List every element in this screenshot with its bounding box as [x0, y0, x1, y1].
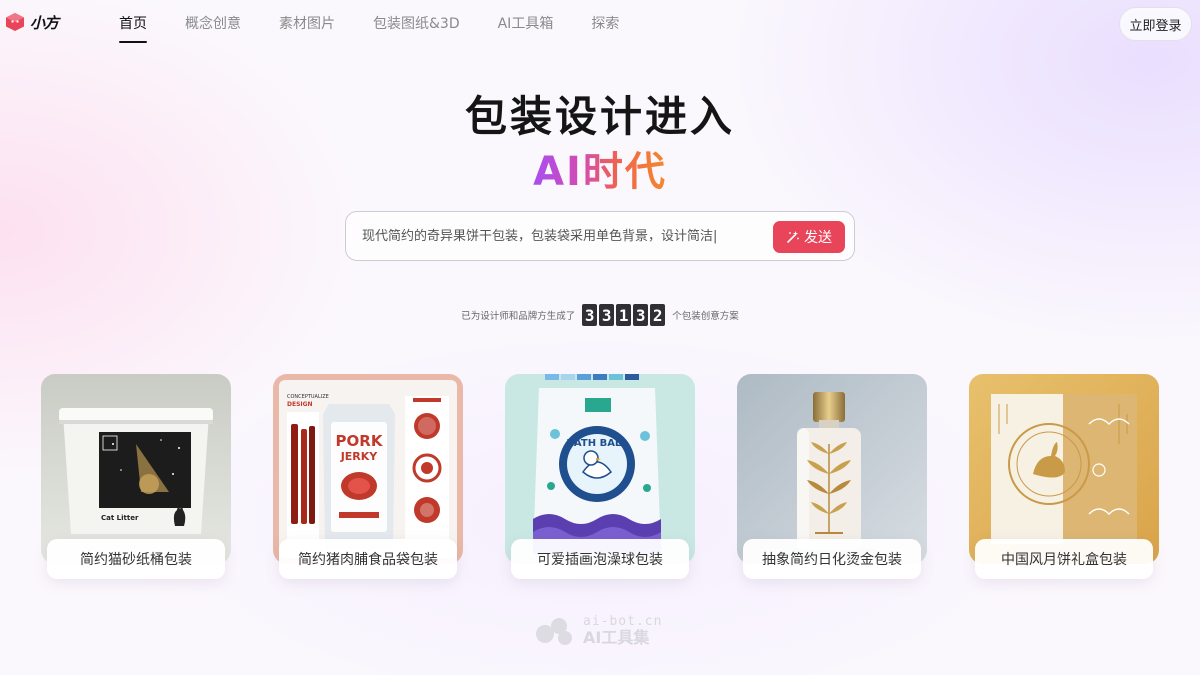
- top-nav-bar: 小方 首页 概念创意 素材图片 包装图纸&3D AI工具箱 探索 立即登录: [0, 0, 1200, 50]
- example-card-cat-litter[interactable]: Cat Litter: [41, 374, 231, 564]
- counter-suffix: 个包装创意方案: [672, 311, 739, 322]
- nav-concept[interactable]: 概念创意: [166, 0, 260, 50]
- pork-jerky-bag-image: CONCEPTUALIZE DESIGN PORK JERKY: [273, 374, 463, 564]
- nav-assets[interactable]: 素材图片: [260, 0, 354, 50]
- nav-ai-toolbox[interactable]: AI工具箱: [479, 0, 573, 50]
- pork-jerky-header-text: CONCEPTUALIZE: [287, 394, 329, 400]
- send-button[interactable]: 发送: [773, 221, 845, 253]
- send-label: 发送: [804, 230, 832, 246]
- prompt-box: 发送: [345, 211, 855, 261]
- gold-foil-bottle-image: [737, 374, 927, 564]
- example-label-cat-litter[interactable]: 简约猫砂纸桶包装: [47, 539, 225, 579]
- counter-digits: 3 3 1 3 2: [582, 304, 666, 326]
- logo[interactable]: 小方: [4, 11, 59, 33]
- counter-digit: 3: [599, 304, 615, 326]
- nav-explore[interactable]: 探索: [572, 0, 638, 50]
- counter-digit: 3: [633, 304, 649, 326]
- example-card-bath-ball[interactable]: BATH BALL: [505, 374, 695, 564]
- pork-jerky-jerky-text: JERKY: [340, 450, 379, 463]
- main-nav: 首页 概念创意 素材图片 包装图纸&3D AI工具箱 探索: [100, 0, 638, 50]
- mooncake-gift-box-image: [969, 374, 1159, 564]
- example-label-gold-bottle[interactable]: 抽象简约日化烫金包装: [743, 539, 921, 579]
- nav-home[interactable]: 首页: [100, 0, 166, 50]
- watermark-url: ai-bot.cn: [583, 614, 663, 629]
- counter-digit: 1: [616, 304, 632, 326]
- example-card-gold-bottle[interactable]: [737, 374, 927, 564]
- login-button[interactable]: 立即登录: [1119, 7, 1192, 41]
- pork-jerky-pork-text: PORK: [336, 432, 384, 450]
- watermark: ai-bot.cn AI工具集: [533, 615, 662, 646]
- watermark-text: ai-bot.cn AI工具集: [583, 615, 662, 646]
- example-label-pork-jerky[interactable]: 简约猪肉脯食品袋包装: [279, 539, 457, 579]
- cat-litter-bucket-image: Cat Litter: [41, 374, 231, 564]
- example-label-mooncake[interactable]: 中国风月饼礼盒包装: [975, 539, 1153, 579]
- counter-digit: 3: [582, 304, 598, 326]
- counter-prefix: 已为设计师和品牌方生成了: [461, 311, 576, 322]
- pork-jerky-design-text: DESIGN: [287, 401, 313, 408]
- prompt-input[interactable]: [362, 212, 762, 260]
- hero-title: 包装设计进入: [464, 92, 735, 141]
- generation-counter: 已为设计师和品牌方生成了 3 3 1 3 2 个包装创意方案: [0, 304, 1200, 326]
- watermark-logo-icon: [536, 617, 572, 645]
- example-label-bath-ball[interactable]: 可爱插画泡澡球包装: [511, 539, 689, 579]
- cat-litter-label: Cat Litter: [101, 514, 139, 522]
- hero-subtitle: AI时代: [0, 139, 1200, 197]
- counter-digit: 2: [650, 304, 666, 326]
- example-card-mooncake[interactable]: [969, 374, 1159, 564]
- example-card-pork-jerky[interactable]: CONCEPTUALIZE DESIGN PORK JERKY: [273, 374, 463, 564]
- nav-dieline-3d[interactable]: 包装图纸&3D: [354, 0, 479, 50]
- bath-ball-text: BATH BALL: [566, 438, 628, 449]
- logo-text: 小方: [30, 13, 59, 32]
- magic-wand-icon: [787, 231, 799, 243]
- hero-subtitle-text: AI时代: [533, 149, 667, 195]
- bath-ball-pouch-image: BATH BALL: [505, 374, 695, 564]
- logo-cube-icon: [6, 13, 24, 31]
- watermark-name: AI工具集: [583, 628, 650, 647]
